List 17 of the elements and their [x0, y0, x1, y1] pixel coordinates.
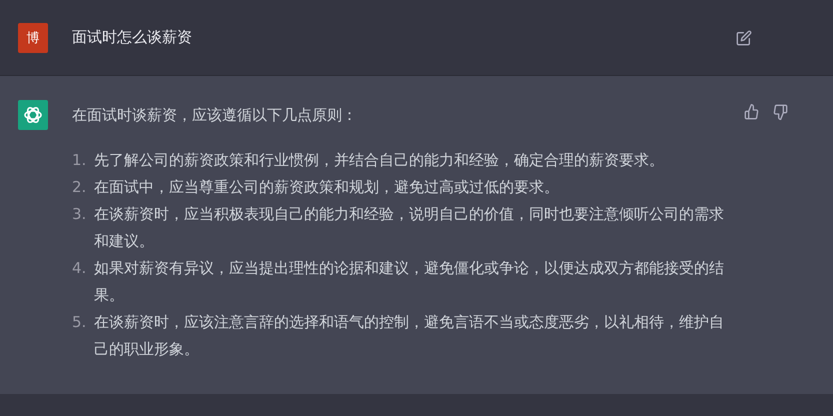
question-text: 面试时怎么谈薪资: [72, 28, 193, 47]
edit-icon[interactable]: [736, 30, 752, 46]
list-item-text: 如果对薪资有异议，应当提出理性的论据和建议，避免僵化或争论，以便达成双方都能接受的结果。: [94, 258, 724, 306]
user-avatar: 博: [18, 22, 48, 52]
list-item-text: 先了解公司的薪资政策和行业惯例，并结合自己的能力和经验，确定合理的薪资要求。: [94, 150, 665, 171]
list-number: 4.: [72, 258, 88, 279]
list-item-text: 在面试中，应当尊重公司的薪资政策和规划，避免过高或过低的要求。: [94, 177, 560, 198]
list-number: 5.: [72, 312, 88, 333]
list-number: 3.: [72, 204, 88, 225]
list-number: 1.: [72, 150, 88, 171]
list-number: 2.: [72, 177, 88, 198]
answer-intro: 在面试时谈薪资，应该遵循以下几点原则：: [72, 105, 358, 126]
thumbs-up-icon[interactable]: [744, 104, 760, 120]
thumbs-down-icon[interactable]: [772, 104, 788, 120]
assistant-logo-icon: [18, 100, 48, 130]
list-item-text: 在谈薪资时，应当积极表现自己的能力和经验，说明自己的价值，同时也要注意倾听公司的需求和建议。: [94, 204, 724, 252]
list-item-text: 在谈薪资时，应该注意言辞的选择和语气的控制，避免言语不当或态度恶劣，以礼相待，维护自己的职业形象。: [94, 312, 724, 360]
